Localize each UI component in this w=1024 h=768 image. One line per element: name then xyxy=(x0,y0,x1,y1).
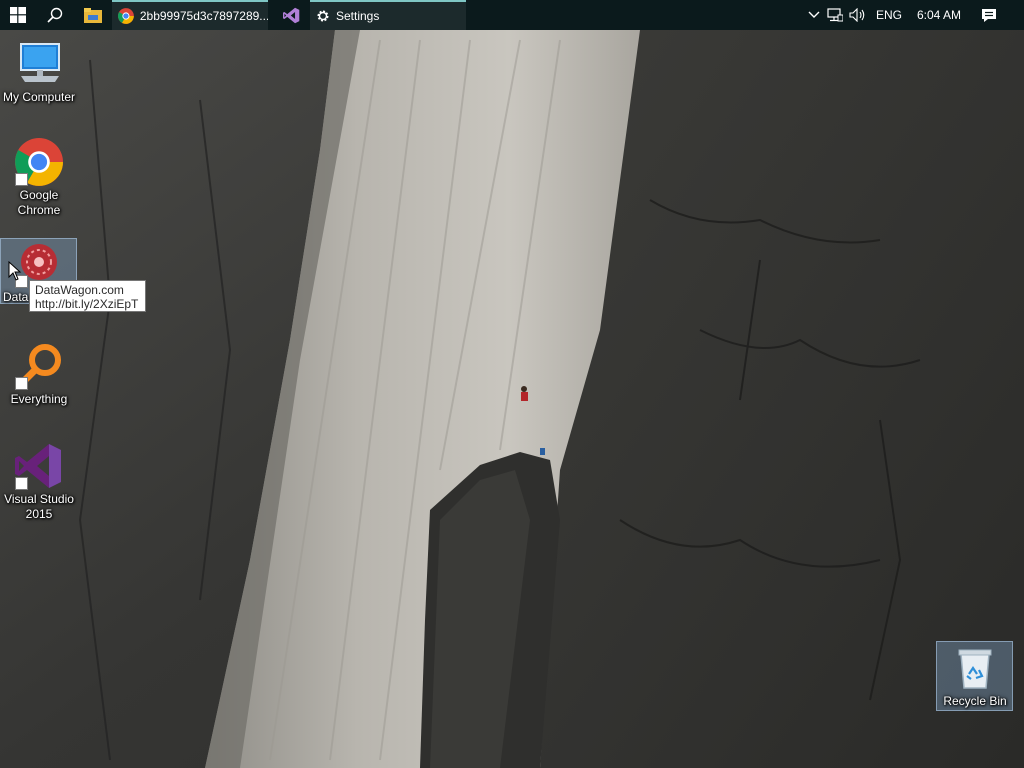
gear-icon xyxy=(317,10,329,22)
desktop-icon-label: Recycle Bin xyxy=(943,694,1007,708)
taskbar-app-settings[interactable]: Settings xyxy=(310,0,466,30)
search-button[interactable] xyxy=(38,0,72,30)
everything-search-icon xyxy=(15,342,63,390)
desktop-icon-recycle-bin[interactable]: Recycle Bin xyxy=(936,644,1014,709)
clock[interactable]: 6:04 AM xyxy=(908,8,970,22)
visual-studio-icon xyxy=(282,7,299,23)
tooltip-line2: http://bit.ly/2XziEpT xyxy=(35,297,139,311)
taskbar-app-visual-studio[interactable] xyxy=(274,0,308,30)
desktop-icon-everything[interactable]: Everything xyxy=(0,342,78,407)
taskbar-app-label: Settings xyxy=(336,9,380,23)
desktop-icon-label: My Computer xyxy=(2,90,76,104)
mouse-cursor-icon xyxy=(8,261,22,281)
start-button[interactable] xyxy=(0,0,36,30)
taskbar-app-label: 2bb99975d3c7897289... xyxy=(139,9,268,23)
file-explorer-button[interactable] xyxy=(76,0,110,30)
search-icon xyxy=(47,7,63,23)
desktop-icon-label: Google Chrome xyxy=(17,188,61,217)
tooltip-line1: DataWagon.com xyxy=(35,283,124,297)
desktop-wallpaper xyxy=(0,0,1024,768)
windows-logo-icon xyxy=(10,7,26,23)
desktop-icon-my-computer[interactable]: My Computer xyxy=(0,40,78,105)
computer-icon xyxy=(15,40,63,88)
visual-studio-icon xyxy=(15,442,63,490)
volume-icon[interactable] xyxy=(846,8,870,22)
file-explorer-icon xyxy=(84,7,102,23)
shortcut-arrow-icon xyxy=(15,377,28,390)
taskbar-app-chrome[interactable]: 2bb99975d3c7897289... xyxy=(112,0,268,30)
taskbar: 2bb99975d3c7897289... Settings ENG 6:04 … xyxy=(0,0,1024,30)
shortcut-arrow-icon xyxy=(15,477,28,490)
chrome-icon xyxy=(118,8,134,24)
desktop-icon-google-chrome[interactable]: Google Chrome xyxy=(0,138,78,218)
system-tray: ENG 6:04 AM xyxy=(804,0,1008,30)
recycle-bin-icon xyxy=(951,644,999,692)
network-icon[interactable] xyxy=(824,8,846,22)
chrome-icon xyxy=(15,138,63,186)
tooltip: DataWagon.com http://bit.ly/2XziEpT xyxy=(29,280,146,312)
desktop-icon-label: Visual Studio 2015 xyxy=(4,492,74,521)
desktop-icon-label: Everything xyxy=(10,392,68,406)
language-indicator[interactable]: ENG xyxy=(870,8,908,22)
desktop-icon-visual-studio-2015[interactable]: Visual Studio 2015 xyxy=(0,442,78,522)
chevron-up-icon[interactable] xyxy=(804,11,824,19)
action-center-icon[interactable] xyxy=(970,8,1008,23)
shortcut-arrow-icon xyxy=(15,173,28,186)
